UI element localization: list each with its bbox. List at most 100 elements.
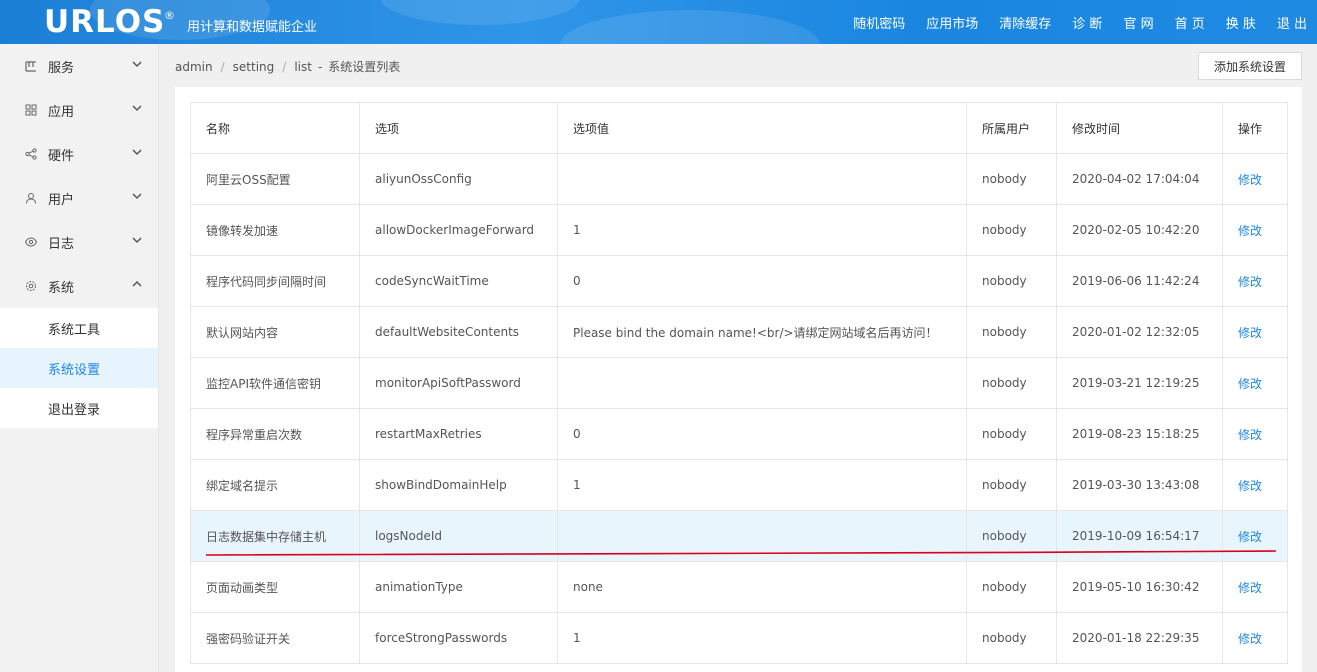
cell-value: 1 xyxy=(557,612,967,664)
share-icon xyxy=(24,147,38,161)
sidebar-item-logs[interactable]: 日志 xyxy=(0,220,158,264)
cell-modified: 2019-03-21 12:19:25 xyxy=(1056,357,1223,409)
grid-icon xyxy=(24,59,38,73)
sidebar-item-label: 日志 xyxy=(48,236,75,252)
cell-modified: 2020-01-02 12:32:05 xyxy=(1056,306,1223,358)
cell-value xyxy=(557,153,967,205)
edit-link[interactable]: 修改 xyxy=(1238,632,1262,646)
cell-owner: nobody xyxy=(966,561,1057,613)
chevron-down-icon xyxy=(132,61,142,68)
top-header: URLOS ® 用计算和数据赋能企业 随机密码 应用市场 清除缓存 诊 断 官 … xyxy=(0,0,1317,44)
col-header-name: 名称 xyxy=(190,102,360,154)
sidebar-subitem-system-settings[interactable]: 系统设置 xyxy=(0,348,158,388)
cell-owner: nobody xyxy=(966,204,1057,256)
cell-modified: 2019-05-10 16:30:42 xyxy=(1056,561,1223,613)
sidebar-item-label: 系统 xyxy=(48,280,75,296)
sidebar-item-hardware[interactable]: 硬件 xyxy=(0,132,158,176)
cell-value: 0 xyxy=(557,255,967,307)
cell-action: 修改 xyxy=(1222,255,1288,307)
sidebar-subitem-system-tools[interactable]: 系统工具 xyxy=(0,308,158,348)
cell-action: 修改 xyxy=(1222,612,1288,664)
breadcrumb-separator: / xyxy=(282,60,287,74)
breadcrumb-separator: - xyxy=(317,60,323,74)
cell-owner: nobody xyxy=(966,306,1057,358)
edit-link[interactable]: 修改 xyxy=(1238,581,1262,595)
chevron-down-icon xyxy=(132,149,142,156)
sidebar-item-label: 硬件 xyxy=(48,148,75,164)
breadcrumb-item[interactable]: setting xyxy=(233,60,275,74)
nav-home[interactable]: 首 页 xyxy=(1175,13,1205,32)
table-row: 阿里云OSS配置 aliyunOssConfig nobody 2020-04-02 … xyxy=(190,153,1288,205)
cell-owner: nobody xyxy=(966,255,1057,307)
cell-action: 修改 xyxy=(1222,357,1288,409)
add-setting-button[interactable]: 添加系统设置 xyxy=(1198,52,1302,80)
cell-value: none xyxy=(557,561,967,613)
cell-modified: 2019-08-23 15:18:25 xyxy=(1056,408,1223,460)
red-annotation-line xyxy=(206,550,1276,556)
cell-option: monitorApiSoftPassword xyxy=(359,357,558,409)
table-row: 程序异常重启次数 restartMaxRetries 0 nobody 2019-08-… xyxy=(190,408,1288,460)
cell-option: defaultWebsiteContents xyxy=(359,306,558,358)
cell-name: 页面动画类型 xyxy=(190,561,360,613)
chevron-down-icon xyxy=(132,193,142,200)
edit-link[interactable]: 修改 xyxy=(1238,530,1262,544)
cell-option: showBindDomainHelp xyxy=(359,459,558,511)
breadcrumb-item[interactable]: admin xyxy=(175,60,213,74)
sidebar-subitem-logout[interactable]: 退出登录 xyxy=(0,388,158,428)
chevron-down-icon xyxy=(132,105,142,112)
cell-option: forceStrongPasswords xyxy=(359,612,558,664)
nav-diagnose[interactable]: 诊 断 xyxy=(1072,13,1102,32)
cell-action: 修改 xyxy=(1222,459,1288,511)
system-submenu: 系统工具 系统设置 退出登录 xyxy=(0,308,158,428)
cell-name: 程序异常重启次数 xyxy=(190,408,360,460)
chevron-down-icon xyxy=(132,237,142,244)
nav-logout[interactable]: 退 出 xyxy=(1277,13,1307,32)
cell-option: allowDockerImageForward xyxy=(359,204,558,256)
edit-link[interactable]: 修改 xyxy=(1238,326,1262,340)
cell-owner: nobody xyxy=(966,408,1057,460)
app-logo[interactable]: URLOS xyxy=(44,2,165,42)
sidebar-item-label: 用户 xyxy=(48,192,75,208)
cell-name: 绑定域名提示 xyxy=(190,459,360,511)
edit-link[interactable]: 修改 xyxy=(1238,275,1262,289)
edit-link[interactable]: 修改 xyxy=(1238,224,1262,238)
table-body: 阿里云OSS配置 aliyunOssConfig nobody 2020-04-02 … xyxy=(190,153,1288,664)
sidebar-item-system[interactable]: 系统 xyxy=(0,264,158,308)
cell-owner: nobody xyxy=(966,612,1057,664)
cell-action: 修改 xyxy=(1222,408,1288,460)
cell-name: 程序代码同步间隔时间 xyxy=(190,255,360,307)
nav-change-skin[interactable]: 换 肤 xyxy=(1226,13,1256,32)
gear-icon xyxy=(24,279,38,293)
app-slogan: 用计算和数据赋能企业 xyxy=(187,20,318,35)
breadcrumb-separator: / xyxy=(220,60,225,74)
sidebar-item-services[interactable]: 服务 xyxy=(0,44,158,88)
apps-icon xyxy=(24,103,38,117)
header-cloud-decoration xyxy=(380,0,580,25)
nav-random-password[interactable]: 随机密码 xyxy=(853,13,905,32)
cell-value: 1 xyxy=(557,459,967,511)
cell-owner: nobody xyxy=(966,459,1057,511)
edit-link[interactable]: 修改 xyxy=(1238,377,1262,391)
nav-app-market[interactable]: 应用市场 xyxy=(926,13,978,32)
cell-modified: 2019-06-06 11:42:24 xyxy=(1056,255,1223,307)
cell-action: 修改 xyxy=(1222,561,1288,613)
cell-option: codeSyncWaitTime xyxy=(359,255,558,307)
sidebar-item-users[interactable]: 用户 xyxy=(0,176,158,220)
breadcrumb-item[interactable]: list xyxy=(294,60,312,74)
table-row: 强密码验证开关 forceStrongPasswords 1 nobody 2020-0… xyxy=(190,612,1288,664)
edit-link[interactable]: 修改 xyxy=(1238,173,1262,187)
nav-official-site[interactable]: 官 网 xyxy=(1123,13,1153,32)
edit-link[interactable]: 修改 xyxy=(1238,479,1262,493)
top-nav: 随机密码 应用市场 清除缓存 诊 断 官 网 首 页 换 肤 退 出 xyxy=(832,0,1307,44)
cell-modified: 2020-04-02 17:04:04 xyxy=(1056,153,1223,205)
sidebar-item-apps[interactable]: 应用 xyxy=(0,88,158,132)
cell-name: 阿里云OSS配置 xyxy=(190,153,360,205)
cell-modified: 2019-03-30 13:43:08 xyxy=(1056,459,1223,511)
edit-link[interactable]: 修改 xyxy=(1238,428,1262,442)
col-header-modified: 修改时间 xyxy=(1056,102,1223,154)
cell-name: 强密码验证开关 xyxy=(190,612,360,664)
header-cloud-decoration xyxy=(560,10,820,44)
nav-clear-cache[interactable]: 清除缓存 xyxy=(999,13,1051,32)
breadcrumb-current: 系统设置列表 xyxy=(328,60,401,74)
sidebar-item-label: 应用 xyxy=(48,104,75,120)
